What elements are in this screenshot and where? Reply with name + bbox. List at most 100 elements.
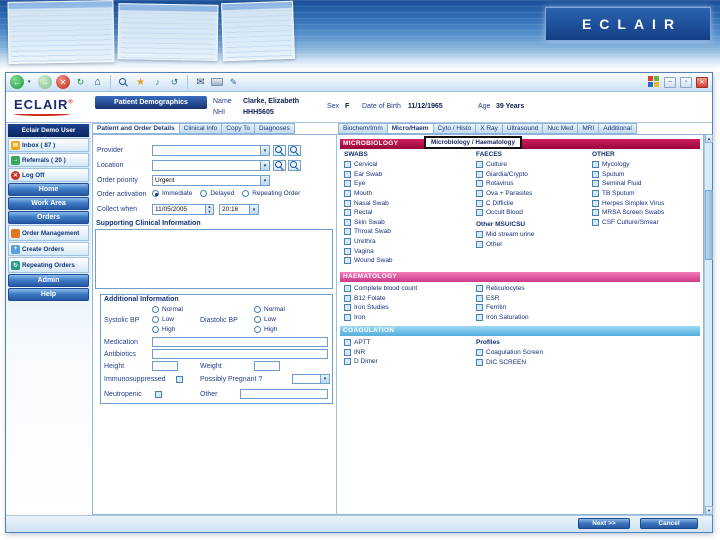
provider-dropdown[interactable]: ▾ <box>152 145 270 156</box>
favorites-icon[interactable]: ★ <box>134 76 147 89</box>
provider-lookup-button[interactable] <box>288 145 301 156</box>
checkbox-icon[interactable] <box>344 358 351 366</box>
order-item[interactable]: Ova + Parasites <box>476 189 588 199</box>
checkbox-icon[interactable] <box>344 199 351 207</box>
order-category-tab[interactable]: MRI <box>578 123 600 134</box>
form-tab[interactable]: Patient and Order Details <box>92 123 180 134</box>
order-item[interactable]: Other <box>476 240 588 250</box>
order-item[interactable]: Rotavirus <box>476 179 588 189</box>
checkbox-icon[interactable] <box>344 161 351 169</box>
checkbox-icon[interactable] <box>592 180 599 188</box>
checkbox-icon[interactable] <box>476 199 483 207</box>
radio-diastolic-low[interactable] <box>254 316 261 323</box>
checkbox-icon[interactable] <box>476 180 483 188</box>
order-category-tab[interactable]: Micro/Haem <box>387 123 434 134</box>
checkbox-icon[interactable] <box>592 170 599 178</box>
close-button[interactable]: ✕ <box>696 76 708 88</box>
radio-diastolic-normal[interactable] <box>254 306 261 313</box>
order-category-tab[interactable]: Cyto / Histo <box>433 123 477 134</box>
sidebar-item-create-orders[interactable]: + Create Orders <box>8 242 89 256</box>
radio-immediate[interactable] <box>152 190 159 197</box>
sidebar-item-admin[interactable]: Admin <box>8 274 89 287</box>
order-item[interactable]: Seminal Fluid <box>592 179 702 189</box>
checkbox-icon[interactable] <box>476 231 483 239</box>
radio-systolic-normal[interactable] <box>152 306 159 313</box>
checkbox-icon[interactable] <box>476 161 483 169</box>
checkbox-icon[interactable] <box>344 218 351 226</box>
chevron-down-icon[interactable]: ▾ <box>260 146 269 155</box>
location-lookup-button[interactable] <box>288 160 301 171</box>
microbiology-haematology-tab[interactable]: Microbiology / Haematology <box>424 136 522 149</box>
order-item[interactable]: INR <box>344 348 470 358</box>
cancel-button[interactable]: Cancel <box>640 518 698 529</box>
checkbox-icon[interactable] <box>592 190 599 198</box>
order-item[interactable]: Coagulation Screen <box>476 348 588 358</box>
supporting-clinical-info-textarea[interactable] <box>95 229 333 289</box>
date-spinner[interactable]: ▲ ▼ <box>205 205 213 214</box>
location-dropdown[interactable]: ▾ <box>152 160 270 171</box>
checkbox-icon[interactable] <box>344 209 351 217</box>
checkbox-icon[interactable] <box>476 304 483 312</box>
scrollbar-thumb[interactable] <box>705 190 713 260</box>
checkbox-icon[interactable] <box>344 294 351 302</box>
checkbox-icon[interactable] <box>476 294 483 302</box>
checkbox-icon[interactable] <box>344 247 351 255</box>
checkbox-icon[interactable] <box>344 314 351 322</box>
order-category-tab[interactable]: Additional <box>599 123 637 134</box>
next-button[interactable]: Next >> <box>578 518 630 529</box>
order-item[interactable]: MRSA Screen Swabs <box>592 208 702 218</box>
chevron-down-icon[interactable]: ▾ <box>249 205 258 214</box>
order-item[interactable]: Iron Saturation <box>476 313 588 323</box>
radio-diastolic-high[interactable] <box>254 326 261 333</box>
checkbox-icon[interactable] <box>592 161 599 169</box>
sidebar-item-help[interactable]: Help <box>8 288 89 301</box>
provider-search-button[interactable] <box>273 145 286 156</box>
order-category-tab[interactable]: Ultrasound <box>502 123 544 134</box>
maximize-button[interactable]: ▫ <box>680 76 692 88</box>
chevron-down-icon[interactable]: ▾ <box>260 161 269 170</box>
order-item[interactable]: DIC SCREEN <box>476 358 588 368</box>
back-icon[interactable]: ← <box>10 75 24 89</box>
checkbox-icon[interactable] <box>476 240 483 248</box>
height-input[interactable] <box>152 361 178 371</box>
vertical-scrollbar[interactable]: ▲ ▼ <box>704 134 713 515</box>
checkbox-icon[interactable] <box>344 238 351 246</box>
order-item[interactable]: Ear Swab <box>344 170 470 180</box>
chevron-down-icon[interactable]: ▾ <box>260 176 269 185</box>
scroll-up-icon[interactable]: ▲ <box>705 134 713 143</box>
radio-systolic-low[interactable] <box>152 316 159 323</box>
chevron-down-icon[interactable]: ▾ <box>320 375 329 383</box>
order-item[interactable]: Ferritin <box>476 303 588 313</box>
checkbox-icon[interactable] <box>344 170 351 178</box>
checkbox-icon[interactable] <box>476 209 483 217</box>
order-item[interactable]: B12 Folate <box>344 294 470 304</box>
order-item[interactable]: Occult Blood <box>476 208 588 218</box>
order-item[interactable]: Urethra <box>344 237 470 247</box>
back-dropdown-icon[interactable]: ▾ <box>28 79 34 85</box>
checkbox-icon[interactable] <box>476 285 483 293</box>
order-item[interactable]: APTT <box>344 338 470 348</box>
sidebar-item-orders[interactable]: Orders <box>8 211 89 224</box>
radio-repeating-order[interactable] <box>242 190 250 197</box>
checkbox-icon[interactable] <box>476 190 483 198</box>
sidebar-item-order-management[interactable]: Order Management <box>8 225 89 241</box>
order-item[interactable]: Culture <box>476 160 588 170</box>
collect-date-field[interactable]: 11/05/2005 ▲ ▼ <box>152 204 214 215</box>
order-item[interactable]: Complete blood count <box>344 284 470 294</box>
order-item[interactable]: Reticulocytes <box>476 284 588 294</box>
other-input[interactable] <box>240 389 328 399</box>
checkbox-icon[interactable] <box>476 170 483 178</box>
order-item[interactable]: Mycology <box>592 160 702 170</box>
form-tab[interactable]: Clinical Info <box>179 123 223 134</box>
order-item[interactable]: Vagina <box>344 246 470 256</box>
order-item[interactable]: Herpes Simplex Virus <box>592 198 702 208</box>
order-category-tab[interactable]: Nuc Med <box>543 123 579 134</box>
order-item[interactable]: Giardia/Crypto <box>476 170 588 180</box>
order-item[interactable]: D Dimer <box>344 357 470 367</box>
home-icon[interactable]: ⌂ <box>91 76 104 89</box>
order-item[interactable]: Rectal <box>344 208 470 218</box>
order-item[interactable]: Nasal Swab <box>344 198 470 208</box>
radio-systolic-high[interactable] <box>152 326 159 333</box>
checkbox-icon[interactable] <box>344 180 351 188</box>
checkbox-icon[interactable] <box>344 190 351 198</box>
